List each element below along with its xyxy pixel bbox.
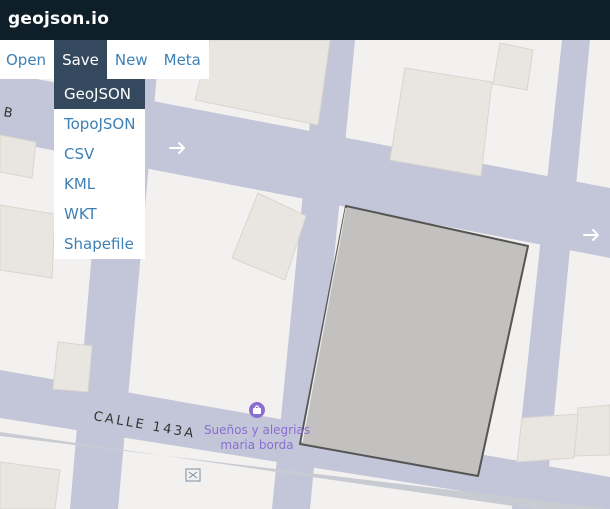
poi-label-line2: maria borda: [220, 438, 293, 452]
app-title: geojson.io: [8, 9, 110, 29]
top-bar: geojson.io: [0, 0, 610, 40]
building: [0, 204, 56, 279]
menu-open[interactable]: Open: [0, 40, 54, 79]
building: [516, 413, 579, 463]
save-dropdown: GeoJSON TopoJSON CSV KML WKT Shapefile: [54, 79, 145, 259]
save-kml[interactable]: KML: [54, 169, 145, 199]
save-csv[interactable]: CSV: [54, 139, 145, 169]
building: [492, 42, 534, 91]
building: [573, 404, 610, 457]
building: [0, 461, 61, 509]
save-topojson[interactable]: TopoJSON: [54, 109, 145, 139]
shopping-bag-icon[interactable]: [249, 402, 265, 418]
menu-save[interactable]: Save: [54, 40, 107, 79]
building: [0, 134, 37, 179]
building: [52, 341, 93, 393]
save-shapefile[interactable]: Shapefile: [54, 229, 145, 259]
building: [389, 67, 493, 177]
poi-label-line1: Sueños y alegrias: [204, 423, 310, 437]
save-wkt[interactable]: WKT: [54, 199, 145, 229]
save-geojson[interactable]: GeoJSON: [54, 79, 145, 109]
menu-meta[interactable]: Meta: [156, 40, 209, 79]
transit-stop-icon: [185, 468, 201, 482]
menu-new[interactable]: New: [107, 40, 156, 79]
menu-bar: Open Save New Meta: [0, 40, 209, 79]
